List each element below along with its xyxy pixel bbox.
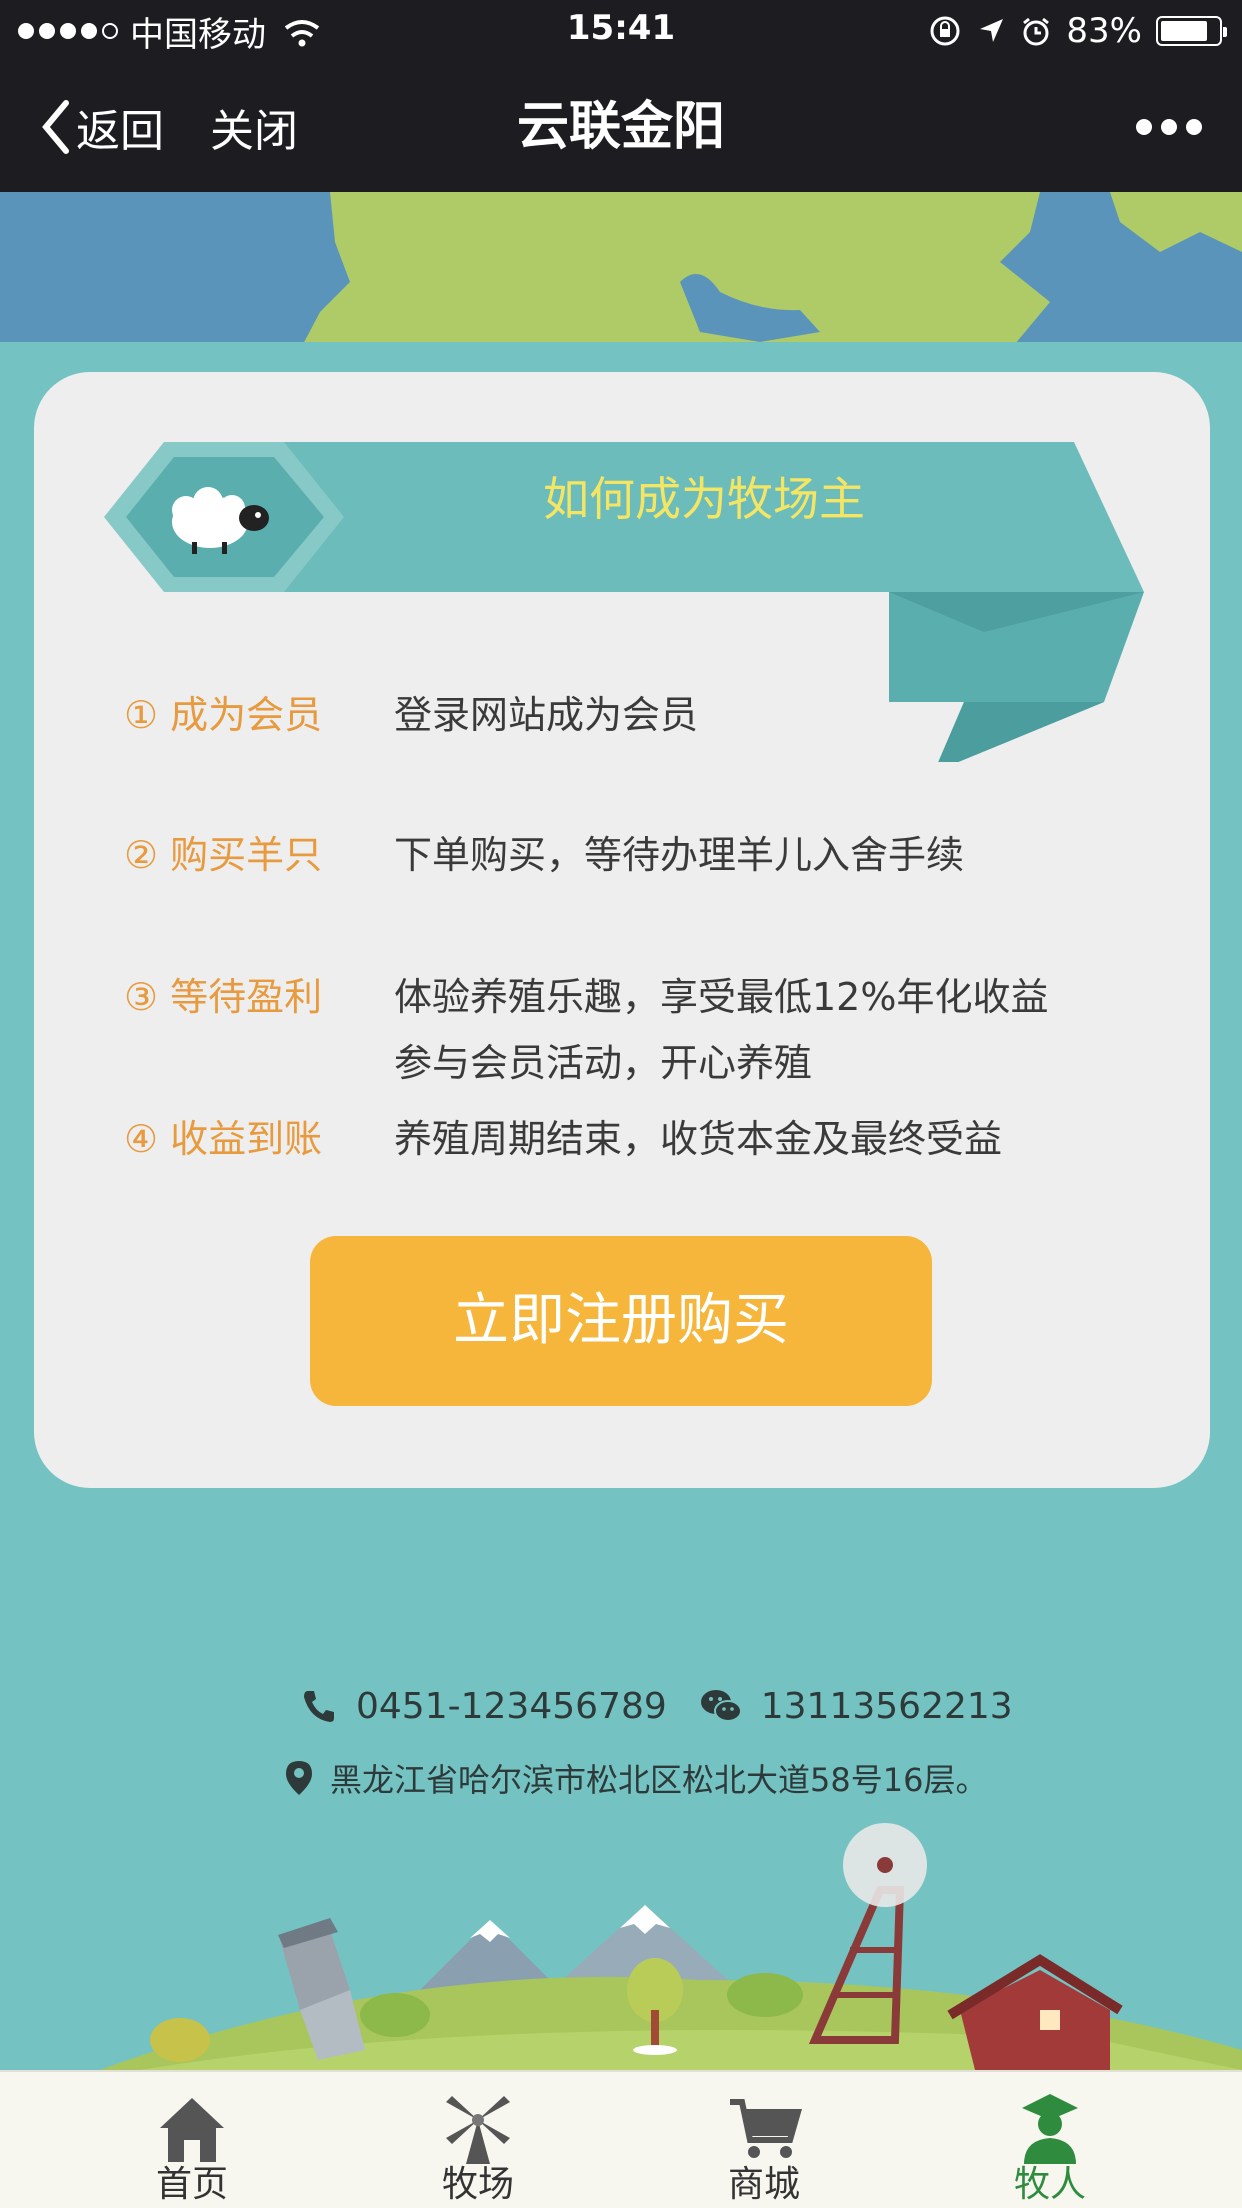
nav-bar: 返回 关闭 云联金阳: [0, 62, 1242, 192]
step-text: 体验养殖乐趣，享受最低12%年化收益: [394, 975, 1049, 1019]
tab-label: 牧人: [1013, 2164, 1086, 2205]
battery-level: [1161, 21, 1208, 41]
more-dot-icon: [1161, 119, 1177, 135]
how-to-card: 如何成为牧场主 ① 成为会员 登录网站成为会员 ② 购买羊只 下单购买，等待办理…: [34, 372, 1210, 1488]
step-label: ② 购买羊只: [124, 833, 323, 877]
phone-number[interactable]: 0451-123456789: [356, 1686, 667, 1727]
more-options-button[interactable]: [1136, 92, 1202, 162]
step-text: 登录网站成为会员: [394, 693, 699, 737]
tab-label: 首页: [155, 2164, 228, 2205]
shepherd-icon: [1022, 2094, 1078, 2164]
tab-ranch[interactable]: 牧场: [358, 2072, 598, 2208]
step-label: ③ 等待盈利: [124, 975, 323, 1019]
phone-icon: [304, 1691, 334, 1722]
step-text: 下单购买，等待办理羊儿入舍手续: [394, 833, 965, 877]
more-dot-icon: [1136, 119, 1152, 135]
tab-mall[interactable]: 商城: [644, 2072, 884, 2208]
banner-map-image: [0, 192, 1242, 350]
tab-label: 商城: [727, 2164, 800, 2205]
location-pin-icon: [286, 1761, 312, 1795]
address: 黑龙江省哈尔滨市松北区松北大道58号16层。: [330, 1761, 988, 1799]
ribbon-title: 如何成为牧场主: [543, 472, 865, 526]
bottom-tab-bar: 首页 牧场 商城 牧人: [0, 2070, 1242, 2208]
orientation-lock-icon: [930, 16, 960, 46]
status-icons: 83%: [928, 8, 1227, 54]
step-text-continued: 参与会员活动，开心养殖: [394, 1041, 813, 1085]
home-icon: [160, 2098, 224, 2162]
wechat-number: 13113562213: [760, 1685, 1013, 1727]
step-label: ① 成为会员: [124, 693, 323, 737]
location-arrow-icon: [980, 19, 1004, 42]
windmill-icon: [446, 2096, 510, 2164]
step-label: ④ 收益到账: [124, 1117, 323, 1161]
battery-percent: 83%: [1066, 11, 1142, 51]
contact-row: 0451-123456789 13113562213: [300, 1670, 1013, 1742]
status-bar: 中国移动 15:41 83%: [0, 0, 1242, 62]
cart-icon: [730, 2099, 802, 2158]
step-text: 养殖周期结束，收货本金及最终受益: [394, 1117, 1003, 1161]
battery-icon: [1156, 16, 1227, 46]
register-buy-button[interactable]: 立即注册购买: [310, 1236, 932, 1406]
page-title: 云联金阳: [516, 97, 725, 157]
more-dot-icon: [1186, 119, 1202, 135]
wechat-icon: [700, 1690, 742, 1722]
tab-home[interactable]: 首页: [72, 2072, 312, 2208]
address-row: 黑龙江省哈尔滨市松北区松北大道58号16层。: [284, 1746, 987, 1810]
map-illustration: [0, 192, 1242, 350]
farm-landscape-illustration: [100, 1823, 1242, 2070]
tab-label: 牧场: [441, 2164, 514, 2205]
alarm-icon: [1023, 17, 1050, 46]
tab-shepherd[interactable]: 牧人: [930, 2072, 1170, 2208]
